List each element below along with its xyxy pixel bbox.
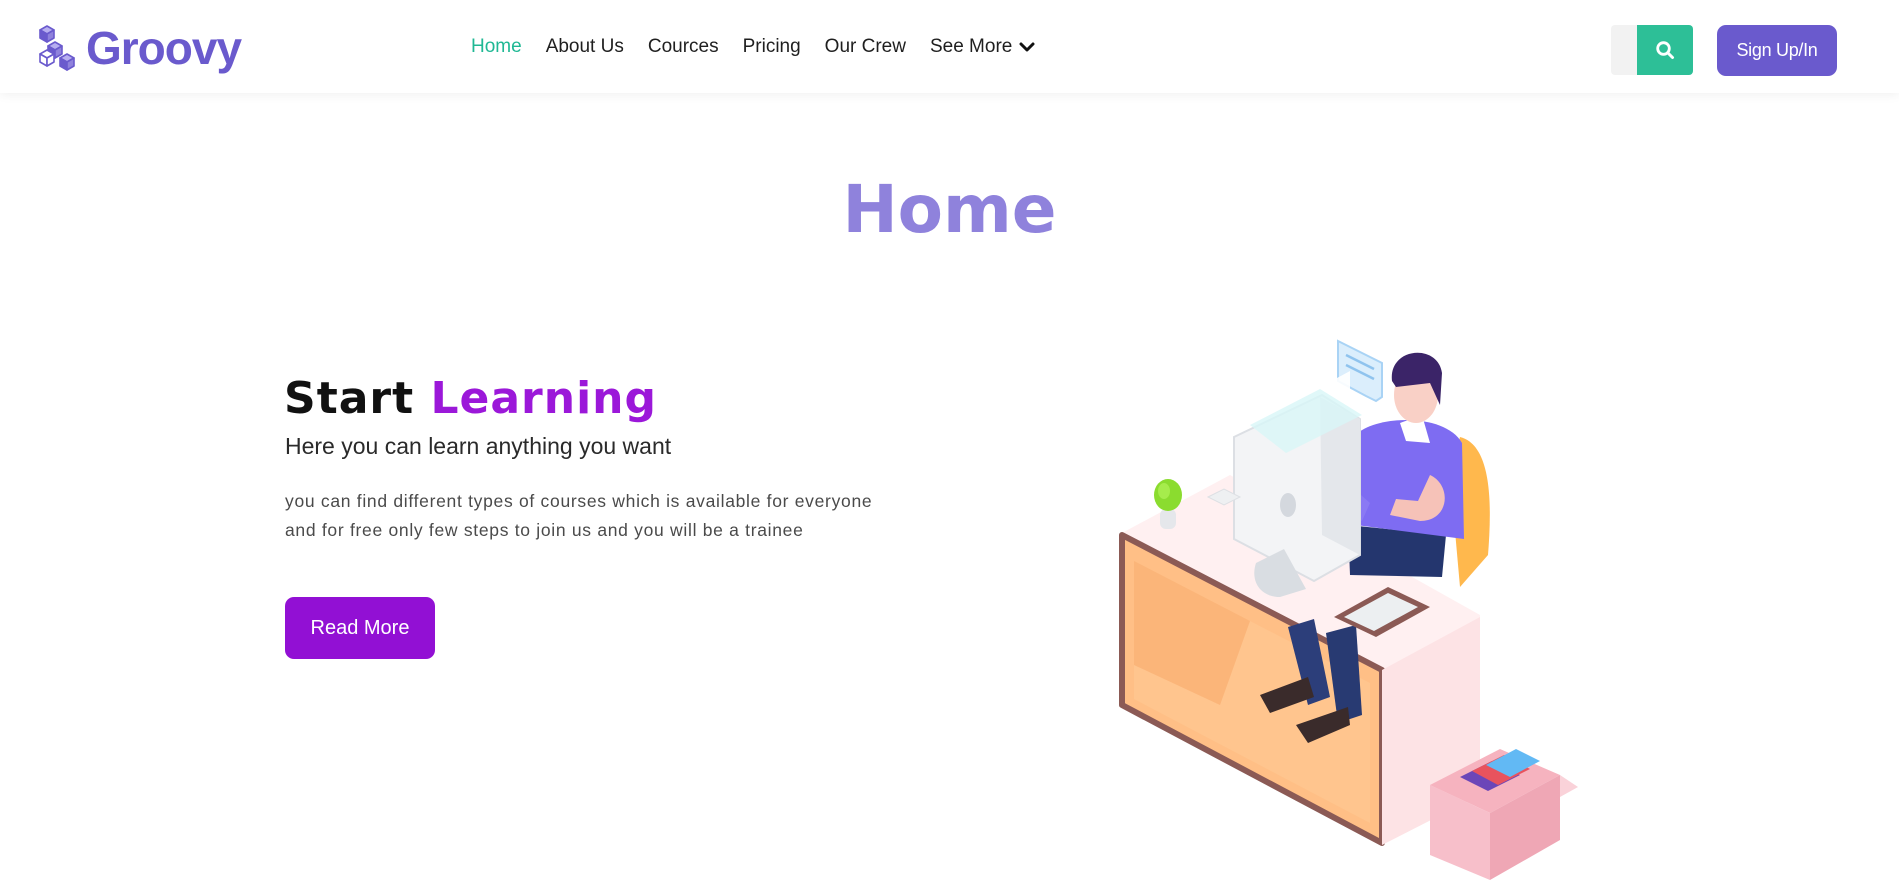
hero-description: you can find different types of courses … (285, 487, 945, 545)
brand-logo[interactable]: Groovy (36, 22, 242, 74)
search-form (1611, 25, 1693, 75)
search-icon (1656, 41, 1674, 59)
see-more-label: See More (929, 36, 1013, 57)
hero-subheading: Here you can learn anything you want (285, 433, 672, 459)
main-nav: Home About Us Cources Pricing Our Crew S… (471, 36, 1035, 58)
nav-link-courses[interactable]: Cources (648, 36, 719, 58)
sign-up-in-button[interactable]: Sign Up/In (1717, 25, 1837, 76)
brand-name: Groovy (86, 22, 242, 74)
search-input[interactable] (1611, 25, 1637, 75)
hero-heading: Start Learning (284, 372, 657, 426)
nav-link-about-us[interactable]: About Us (546, 36, 624, 58)
chevron-down-icon (1019, 42, 1035, 52)
hero-heading-learning: Learning (430, 373, 657, 424)
nav-link-our-crew[interactable]: Our Crew (825, 36, 906, 58)
page-title: Home (842, 171, 1057, 248)
hero-description-line-2: and for free only few steps to join us a… (285, 520, 804, 540)
hero-heading-start: Start (284, 373, 415, 424)
nav-link-home[interactable]: Home (471, 36, 522, 58)
navbar: Groovy Home About Us Cources Pricing Our… (0, 0, 1899, 93)
hero-description-line-1: you can find different types of courses … (285, 491, 873, 511)
search-button[interactable] (1637, 25, 1693, 75)
hero-illustration (1119, 339, 1578, 880)
see-more-dropdown[interactable]: See More (930, 36, 1035, 58)
read-more-button[interactable]: Read More (285, 597, 435, 659)
nav-link-pricing[interactable]: Pricing (743, 36, 801, 58)
cubes-logo-icon (39, 25, 75, 71)
